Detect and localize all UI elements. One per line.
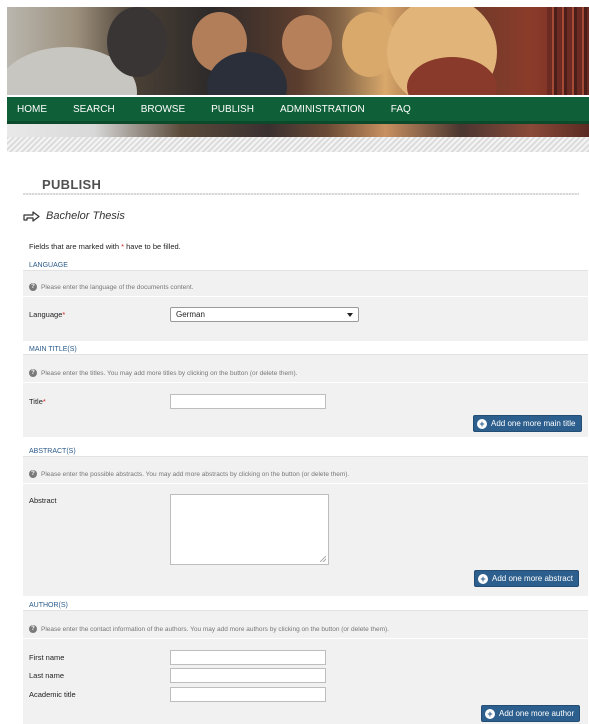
nav-item-search[interactable]: SEARCH xyxy=(73,104,115,115)
chevron-down-icon xyxy=(347,313,353,317)
language-label-text: Language xyxy=(29,310,63,319)
add-author-button[interactable]: + Add one more author xyxy=(481,705,581,722)
add-main-title-button[interactable]: + Add one more main title xyxy=(473,415,582,432)
section-label-abstracts: ABSTRACT(S) xyxy=(29,448,76,459)
nav-item-faq[interactable]: FAQ xyxy=(391,104,411,115)
language-select[interactable]: German xyxy=(170,307,359,322)
last-name-label: Last name xyxy=(29,671,65,680)
section-label-main-titles: MAIN TITLE(S) xyxy=(29,346,77,357)
plus-circle-icon: + xyxy=(485,708,495,719)
title-divider xyxy=(23,193,579,195)
section-label-authors: AUTHOR(S) xyxy=(29,602,69,613)
page-title: PUBLISH xyxy=(42,177,102,192)
hint-language: ? Please enter the language of the docum… xyxy=(29,283,194,291)
question-circle-icon: ? xyxy=(29,470,37,478)
add-author-label: Add one more author xyxy=(499,709,575,718)
question-circle-icon: ? xyxy=(29,625,37,633)
required-note-text-end: have to be filled. xyxy=(124,242,181,251)
hint-divider xyxy=(23,483,588,484)
abstract-textarea[interactable] xyxy=(170,494,329,565)
title-input[interactable] xyxy=(170,394,326,409)
hint-authors-text: Please enter the contact information of … xyxy=(41,625,389,633)
document-type-label: Bachelor Thesis xyxy=(46,210,125,222)
header-banner-strip xyxy=(7,124,589,137)
first-name-input[interactable] xyxy=(170,650,326,665)
nav-item-publish[interactable]: PUBLISH xyxy=(211,104,254,115)
hint-abstracts: ? Please enter the possible abstracts. Y… xyxy=(29,470,349,478)
hatched-divider xyxy=(7,137,589,152)
hint-abstracts-text: Please enter the possible abstracts. You… xyxy=(41,470,350,478)
language-selected-value: German xyxy=(176,310,205,319)
language-label: Language* xyxy=(29,310,65,319)
nav-item-browse[interactable]: BROWSE xyxy=(141,104,185,115)
nav-item-administration[interactable]: ADMINISTRATION xyxy=(280,104,365,115)
academic-title-label: Academic title xyxy=(29,690,76,699)
panel-language xyxy=(23,270,588,341)
hint-main-titles: ? Please enter the titles. You may add m… xyxy=(29,369,298,377)
hint-divider xyxy=(23,296,588,297)
required-star: * xyxy=(62,310,66,319)
arrow-right-icon xyxy=(23,211,40,222)
required-star: * xyxy=(42,397,46,406)
academic-title-input[interactable] xyxy=(170,687,326,702)
add-abstract-label: Add one more abstract xyxy=(492,574,573,583)
main-nav: HOME SEARCH BROWSE PUBLISH ADMINISTRATIO… xyxy=(7,97,589,121)
section-label-language: LANGUAGE xyxy=(29,262,69,273)
hint-main-titles-text: Please enter the titles. You may add mor… xyxy=(41,369,298,377)
required-fields-note: Fields that are marked with * have to be… xyxy=(29,242,181,251)
first-name-label: First name xyxy=(29,653,65,662)
hint-divider xyxy=(23,638,588,639)
hint-divider xyxy=(23,382,588,383)
hint-language-text: Please enter the language of the documen… xyxy=(41,283,194,291)
header-banner-image xyxy=(7,7,589,95)
last-name-input[interactable] xyxy=(170,668,326,683)
question-circle-icon: ? xyxy=(29,369,37,377)
plus-circle-icon: + xyxy=(478,573,488,584)
question-circle-icon: ? xyxy=(29,283,37,291)
title-label-text: Title xyxy=(29,397,43,406)
hint-authors: ? Please enter the contact information o… xyxy=(29,625,389,633)
document-type: Bachelor Thesis xyxy=(23,210,125,222)
title-label: Title* xyxy=(29,397,46,406)
plus-circle-icon: + xyxy=(477,418,487,429)
add-abstract-button[interactable]: + Add one more abstract xyxy=(474,570,579,587)
resize-handle-icon[interactable] xyxy=(320,556,326,562)
nav-item-home[interactable]: HOME xyxy=(17,104,47,115)
abstract-label: Abstract xyxy=(29,496,57,505)
required-note-text-start: Fields that are marked with xyxy=(29,242,122,251)
add-main-title-label: Add one more main title xyxy=(491,419,576,428)
